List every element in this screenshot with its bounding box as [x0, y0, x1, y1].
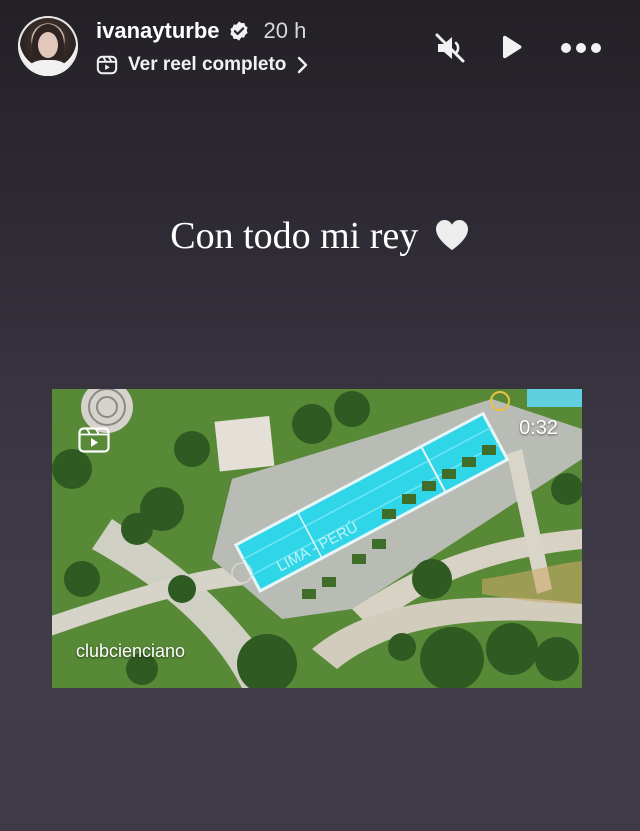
verified-badge-icon	[229, 21, 248, 41]
reels-icon	[96, 55, 118, 75]
caption-text: Con todo mi rey	[170, 215, 419, 257]
story-caption: Con todo mi rey	[0, 214, 640, 258]
more-options-icon	[561, 43, 601, 53]
view-full-reel-link[interactable]: Ver reel completo	[96, 54, 310, 76]
speaker-muted-icon	[435, 33, 465, 63]
play-button[interactable]	[490, 28, 530, 68]
chevron-right-icon	[298, 56, 308, 74]
view-full-reel-label: Ver reel completo	[128, 54, 287, 75]
username-link[interactable]: ivanayturbe	[96, 18, 220, 44]
story-user-row: ivanayturbe 20 h	[96, 18, 306, 44]
profile-avatar[interactable]	[18, 16, 78, 76]
reel-author[interactable]: clubcienciano	[76, 641, 185, 662]
mute-button[interactable]	[430, 28, 470, 68]
white-heart-icon	[435, 220, 468, 250]
play-icon	[503, 35, 522, 59]
reel-video-icon	[78, 427, 110, 453]
story-header: ivanayturbe 20 h Ver reel completo	[0, 0, 640, 100]
shared-reel-card[interactable]: LIMA - PERÚ 0:32 clubcienciano	[52, 389, 582, 688]
reel-duration: 0:32	[519, 417, 558, 439]
post-time: 20 h	[263, 18, 307, 43]
more-options-button[interactable]	[558, 28, 604, 68]
